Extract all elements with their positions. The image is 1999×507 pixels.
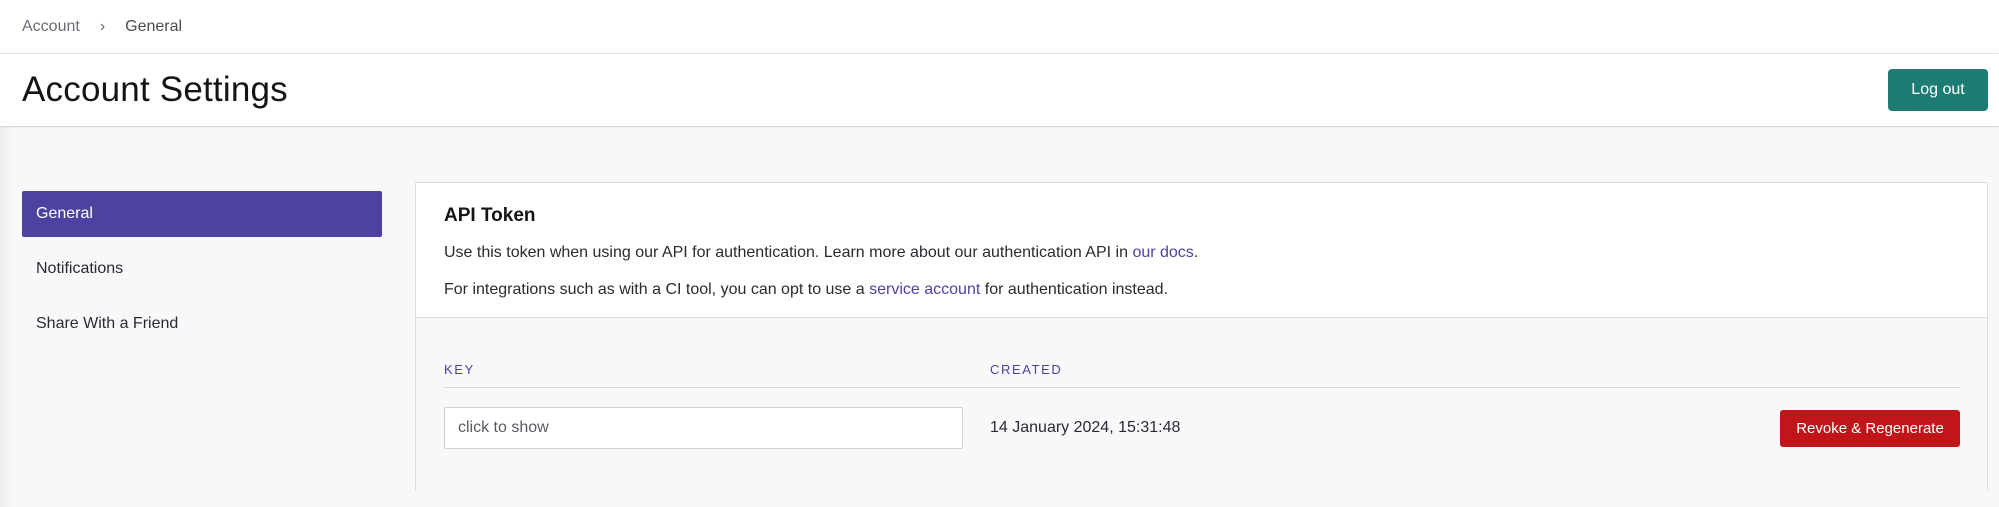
revoke-regenerate-button[interactable]: Revoke & Regenerate — [1780, 410, 1960, 447]
sidebar-item-general[interactable]: General — [22, 191, 382, 237]
api-docs-text-start: Use this token when using our API for au… — [444, 244, 1133, 261]
api-docs-text-end: . — [1193, 244, 1199, 261]
created-column-header: CREATED — [990, 362, 1063, 377]
breadcrumb: Account › General — [0, 0, 1999, 54]
service-account-text-end: for authentication instead. — [980, 281, 1168, 298]
api-key-field[interactable] — [444, 407, 963, 449]
page-title: Account Settings — [22, 70, 288, 109]
service-account-text-start: For integrations such as with a CI tool,… — [444, 281, 870, 298]
api-token-card: API Token Use this token when using our … — [415, 182, 1988, 491]
created-timestamp: 14 January 2024, 15:31:48 — [990, 419, 1181, 436]
our-docs-link[interactable]: our docs — [1132, 244, 1193, 261]
page-header: Account Settings Log out — [0, 54, 1999, 127]
chevron-right-icon: › — [99, 17, 106, 35]
key-column-header: KEY — [444, 362, 475, 377]
logout-button[interactable]: Log out — [1888, 69, 1988, 111]
breadcrumb-item-account[interactable]: Account — [22, 18, 80, 36]
settings-sidebar: General Notifications Share With a Frien… — [22, 191, 382, 356]
api-token-description: API Token Use this token when using our … — [416, 183, 1987, 318]
service-account-link[interactable]: service account — [869, 281, 980, 298]
api-token-table: KEY CREATED 14 January 2024, 15:31:48 Re… — [416, 318, 1987, 491]
table-header-divider — [444, 387, 1960, 388]
api-docs-text: Use this token when using our API for au… — [444, 243, 1960, 263]
api-token-title: API Token — [444, 205, 536, 226]
service-account-text: For integrations such as with a CI tool,… — [444, 280, 1960, 300]
sidebar-item-notifications[interactable]: Notifications — [22, 246, 382, 292]
left-shadow — [0, 127, 14, 507]
sidebar-item-share-with-a-friend[interactable]: Share With a Friend — [22, 301, 382, 347]
breadcrumb-item-general: General — [125, 17, 183, 35]
